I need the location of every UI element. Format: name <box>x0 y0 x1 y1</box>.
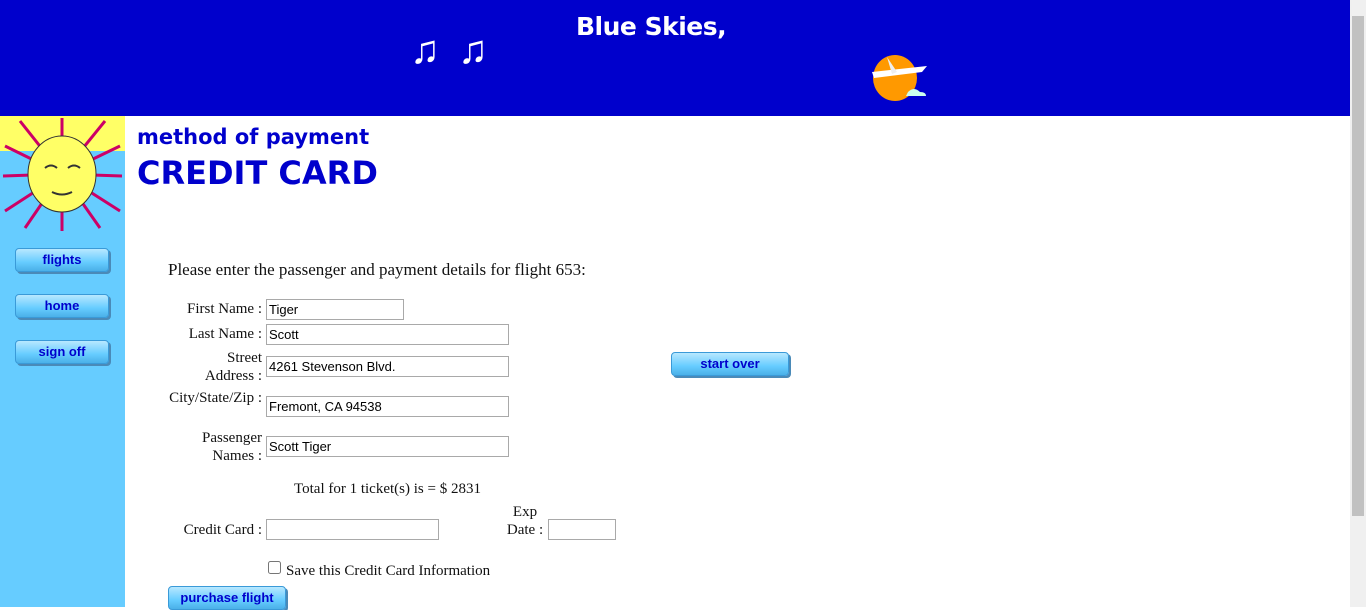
first-name-input[interactable] <box>266 299 404 320</box>
nav-home-button[interactable]: home <box>15 294 109 318</box>
city-input[interactable] <box>266 396 509 417</box>
nav-flights-button[interactable]: flights <box>15 248 109 272</box>
exp-date-label: Exp Date : <box>506 504 544 538</box>
passengers-label: Passenger Names : <box>202 430 262 464</box>
credit-card-label: Credit Card : <box>183 522 262 538</box>
page-subtitle: method of payment <box>137 125 370 149</box>
save-card-checkbox[interactable] <box>268 561 281 574</box>
exp-date-input[interactable] <box>548 519 616 540</box>
purchase-flight-button[interactable]: purchase flight <box>168 586 286 610</box>
last-name-input[interactable] <box>266 324 509 345</box>
total-text: Total for 1 ticket(s) is = $ 2831 <box>294 481 481 497</box>
sun-logo <box>0 116 125 231</box>
save-card-label: Save this Credit Card Information <box>286 563 491 579</box>
scrollbar-thumb[interactable] <box>1352 16 1364 516</box>
credit-card-input[interactable] <box>266 519 439 540</box>
last-name-label: Last Name : <box>188 326 262 342</box>
music-notes-icon: ♫ <box>458 27 488 72</box>
city-label: City/State/Zip : <box>169 390 262 406</box>
street-input[interactable] <box>266 356 509 377</box>
street-label: Street Address : <box>204 350 262 384</box>
page-title: CREDIT CARD <box>137 154 378 192</box>
passengers-input[interactable] <box>266 436 509 457</box>
first-name-label: First Name : <box>187 301 262 317</box>
airplane-sun-icon <box>872 55 927 101</box>
music-notes-icon: ♫ <box>410 27 440 72</box>
nav-sign-off-button[interactable]: sign off <box>15 340 109 364</box>
intro-text: Please enter the passenger and payment d… <box>168 260 586 279</box>
start-over-button[interactable]: start over <box>671 352 789 376</box>
brand-title: Blue Skies, <box>576 12 727 41</box>
